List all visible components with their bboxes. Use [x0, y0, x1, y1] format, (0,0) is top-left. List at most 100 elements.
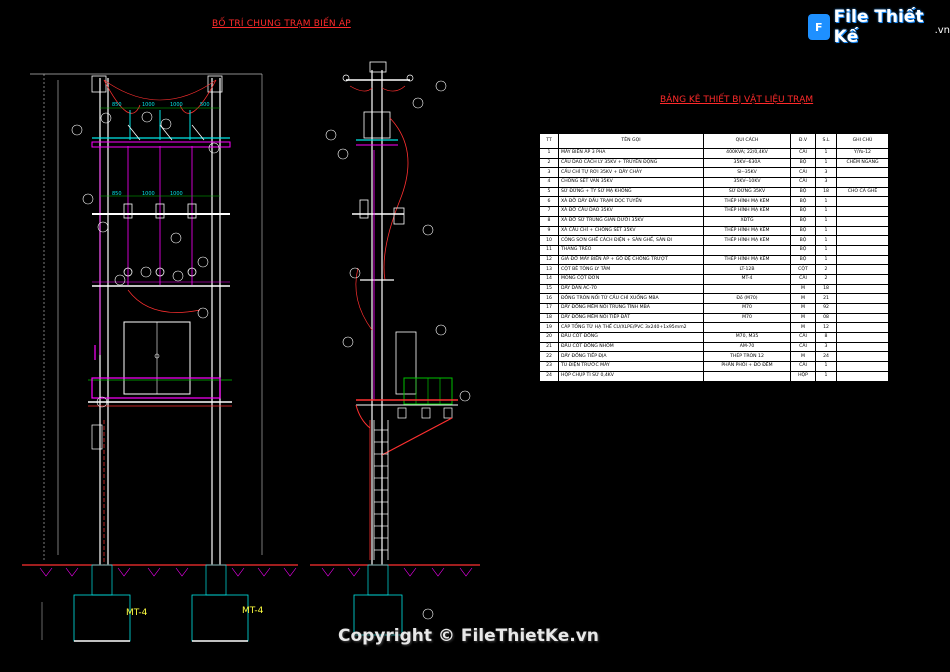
- table-row: 13 CỘT BÊ TÔNG LY TÂM LT-12B CỘT 2: [539, 264, 889, 275]
- table-cell: ĐỒNG TRÒN NỐI TỪ CẦU CHÌ XUỐNG MBA: [558, 293, 704, 304]
- table-cell: [836, 244, 889, 256]
- table-row: 14 MÓNG CỘT ĐƠN MT-4 CÁI 2: [539, 273, 889, 285]
- table-cell: M: [790, 312, 816, 324]
- table-row: 9 XÀ CẦU CHÌ + CHỐNG SÉT 35KV THÉP HÌNH MẠ…: [539, 225, 889, 237]
- table-row: 6 XÀ ĐỠ DÂY ĐẦU TRẠM DỌC TUYẾN THÉP HÌNH M…: [539, 196, 889, 208]
- table-cell: CÁI: [790, 177, 816, 188]
- table-cell: M70, M35: [703, 332, 791, 343]
- table-cell: 1: [815, 148, 837, 159]
- table-cell: HỘP: [790, 370, 816, 382]
- table-cell: THÉP HÌNH MẠ KẼM: [703, 254, 791, 266]
- table-cell: [703, 244, 791, 256]
- col-header: GHI CHÚ: [836, 133, 889, 149]
- table-cell: M70: [703, 303, 791, 314]
- table-cell: 1: [815, 361, 837, 372]
- site-logo: F File Thiết Kế .vn: [808, 7, 950, 47]
- table-header-row: TT TÊN GỌI QUI CÁCH Đ.V S.L GHI CHÚ: [539, 133, 889, 149]
- table-cell: CÁI: [790, 361, 816, 372]
- drawing-canvas: 850 1000 1000 500 850 1000 1000 MT-4 MT-…: [0, 0, 950, 672]
- table-cell: BỘ: [790, 235, 816, 246]
- table-row: 7 XÀ ĐỠ CẦU DAO 35KV THÉP HÌNH MẠ KẼM BỘ 1: [539, 206, 889, 217]
- table-cell: 24: [815, 351, 837, 363]
- table-cell: [836, 206, 889, 217]
- logo-tld: .vn: [934, 24, 950, 36]
- table-cell: [703, 322, 791, 334]
- table-cell: 2: [815, 264, 837, 275]
- table-cell: CÁI: [790, 341, 816, 353]
- table-cell: M: [790, 303, 816, 314]
- table-cell: 3: [815, 341, 837, 353]
- table-row: 17 DÂY ĐỒNG MỀM NỐI TRUNG TÍNH MBA M70 M 92: [539, 303, 889, 314]
- table-cell: SI--35KV: [703, 167, 791, 179]
- table-cell: 24: [539, 370, 559, 382]
- table-cell: M70: [703, 312, 791, 324]
- table-cell: 21: [815, 293, 837, 304]
- table-cell: CẦU CHÌ TỰ RƠI 35KV + DÂY CHẢY: [558, 167, 704, 179]
- table-cell: [836, 283, 889, 295]
- table-cell: PHÂN PHỐI + ĐO ĐẾM: [703, 361, 791, 372]
- table-cell: BỘ: [790, 206, 816, 217]
- table-cell: DÂY ĐỒNG TIẾP ĐỊA: [558, 351, 704, 363]
- table-cell: 16: [539, 293, 559, 304]
- table-cell: 1: [815, 225, 837, 237]
- table-row: 18 DÂY ĐỒNG MỀM NỐI TIẾP ĐẤT M70 M 08: [539, 312, 889, 324]
- table-row: 16 ĐỒNG TRÒN NỐI TỪ CẦU CHÌ XUỐNG MBA Đồ (…: [539, 293, 889, 304]
- drawing-title: BỐ TRÍ CHUNG TRẠM BIẾN ÁP: [212, 19, 351, 29]
- table-cell: [703, 283, 791, 295]
- table-row: 4 CHỐNG SÉT VAN 35KV 35KV--10KV CÁI 3: [539, 177, 889, 188]
- table-cell: 2: [539, 157, 559, 169]
- copyright-text: Copyright © FileThietKe.vn: [338, 626, 599, 646]
- table-cell: [836, 215, 889, 227]
- table-cell: CÔNG SƠN GHẾ CÁCH ĐIỆN + SÀN GHẾ, SÀN ĐI: [558, 235, 704, 246]
- table-cell: HỘP CHỤP TI SỨ 0,4KV: [558, 370, 704, 382]
- table-cell: [836, 312, 889, 324]
- table-cell: CHÉM NGANG: [836, 157, 889, 169]
- table-cell: CÁI: [790, 273, 816, 285]
- table-cell: DÂY DẪN AC-70: [558, 283, 704, 295]
- table-cell: 1: [815, 206, 837, 217]
- table-cell: 17: [539, 303, 559, 314]
- table-cell: 20: [539, 332, 559, 343]
- table-row: 20 ĐẦU CỐT ĐỒNG M70, M35 CÁI 8: [539, 332, 889, 343]
- table-cell: CỘT: [790, 264, 816, 275]
- foundation-label: MT-4: [242, 606, 264, 616]
- col-header: QUI CÁCH: [703, 133, 791, 149]
- table-row: 11 THANG TRÈO BỘ 1: [539, 244, 889, 256]
- table-cell: BỘ: [790, 244, 816, 256]
- table-row: 3 CẦU CHÌ TỰ RƠI 35KV + DÂY CHẢY SI--35KV C…: [539, 167, 889, 179]
- table-cell: [836, 370, 889, 382]
- table-cell: 92: [815, 303, 837, 314]
- table-cell: 18: [815, 283, 837, 295]
- table-cell: BỘ: [790, 215, 816, 227]
- table-cell: 23: [539, 361, 559, 372]
- table-cell: 21: [539, 341, 559, 353]
- col-header: TÊN GỌI: [558, 133, 704, 149]
- table-cell: [836, 332, 889, 343]
- table-cell: 1: [815, 235, 837, 246]
- table-cell: 8: [539, 215, 559, 227]
- table-cell: XÀ CẦU CHÌ + CHỐNG SÉT 35KV: [558, 225, 704, 237]
- table-cell: [836, 177, 889, 188]
- table-cell: 3: [539, 167, 559, 179]
- side-elevation: [310, 61, 480, 636]
- table-cell: XĐTG: [703, 215, 791, 227]
- foundation-label: MT-4: [126, 608, 148, 618]
- table-cell: BỘ: [790, 196, 816, 208]
- table-cell: 7: [539, 206, 559, 217]
- table-cell: 1: [815, 254, 837, 266]
- table-row: 2 CẦU DAO CÁCH LY 35KV + TRUYỀN ĐỘNG 35KV-…: [539, 157, 889, 169]
- table-cell: [836, 225, 889, 237]
- table-cell: [836, 167, 889, 179]
- dimension-label: 1000: [170, 102, 183, 108]
- table-cell: 1: [815, 215, 837, 227]
- table-cell: THÉP HÌNH MẠ KẼM: [703, 206, 791, 217]
- table-cell: [836, 235, 889, 246]
- dimension-label: 850: [112, 102, 122, 108]
- table-cell: M: [790, 351, 816, 363]
- table-cell: 22: [539, 351, 559, 363]
- table-cell: CÁI: [790, 167, 816, 179]
- table-cell: CHỐNG SÉT VAN 35KV: [558, 177, 704, 188]
- table-cell: M: [790, 293, 816, 304]
- table-cell: BỘ: [790, 225, 816, 237]
- table-row: 12 GIÁ ĐỠ MÁY BIẾN ÁP + GỖ ĐỆ CHỐNG TRƯỢT…: [539, 254, 889, 266]
